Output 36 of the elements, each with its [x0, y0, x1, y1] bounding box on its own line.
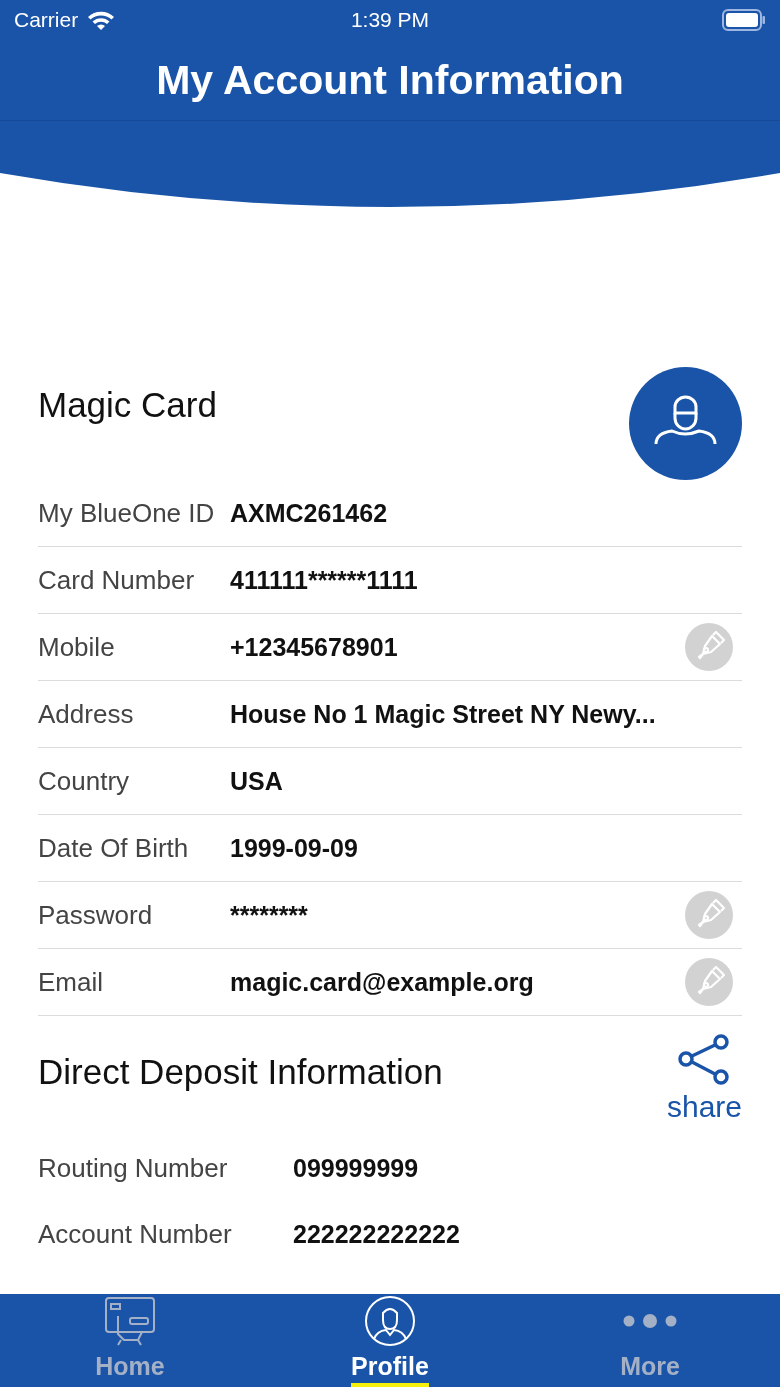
- share-button[interactable]: share: [666, 1034, 742, 1135]
- field-value: 411111******1111: [230, 565, 419, 595]
- field-label: Country: [38, 765, 131, 797]
- field-label: Mobile: [38, 631, 116, 663]
- field-label: My BlueOne ID: [38, 497, 216, 529]
- more-icon: [622, 1313, 678, 1329]
- field-label: Password: [38, 899, 154, 931]
- edit-icon[interactable]: [685, 891, 733, 939]
- field-value: +12345678901: [230, 632, 399, 662]
- screen-title: My Account Information: [156, 56, 624, 104]
- field-value: 099999999: [293, 1153, 420, 1183]
- person-avatar-icon: [629, 367, 742, 480]
- field-value: 222222222222: [293, 1219, 461, 1249]
- battery-icon: [722, 9, 766, 31]
- wifi-icon: [86, 9, 117, 31]
- field-value: House No 1 Magic Street NY Newy...: [230, 699, 657, 729]
- field-value: ********: [230, 900, 309, 930]
- section-title: Direct Deposit Information: [38, 1052, 443, 1093]
- field-value: 1999-09-09: [230, 833, 359, 863]
- field-value: USA: [230, 766, 284, 796]
- edit-icon[interactable]: [685, 623, 733, 671]
- field-label: Email: [38, 966, 104, 998]
- field-label: Date Of Birth: [38, 832, 190, 864]
- person-icon: [364, 1295, 416, 1347]
- field-value: AXMC261462: [230, 498, 389, 528]
- card-title: Magic Card: [38, 385, 217, 425]
- carrier-label: Carrier: [14, 8, 79, 32]
- field-value: magic.card@example.org: [230, 967, 535, 997]
- edit-icon[interactable]: [685, 958, 733, 1006]
- field-label: Account Number: [38, 1218, 233, 1250]
- tab[interactable]: Profile: [260, 1294, 520, 1387]
- field-label: Card Number: [38, 564, 196, 596]
- clock-time: 1:39 PM: [350, 8, 430, 31]
- field-label: Routing Number: [38, 1152, 229, 1184]
- card-terminal-icon: [104, 1296, 156, 1346]
- field-label: Address: [38, 698, 135, 730]
